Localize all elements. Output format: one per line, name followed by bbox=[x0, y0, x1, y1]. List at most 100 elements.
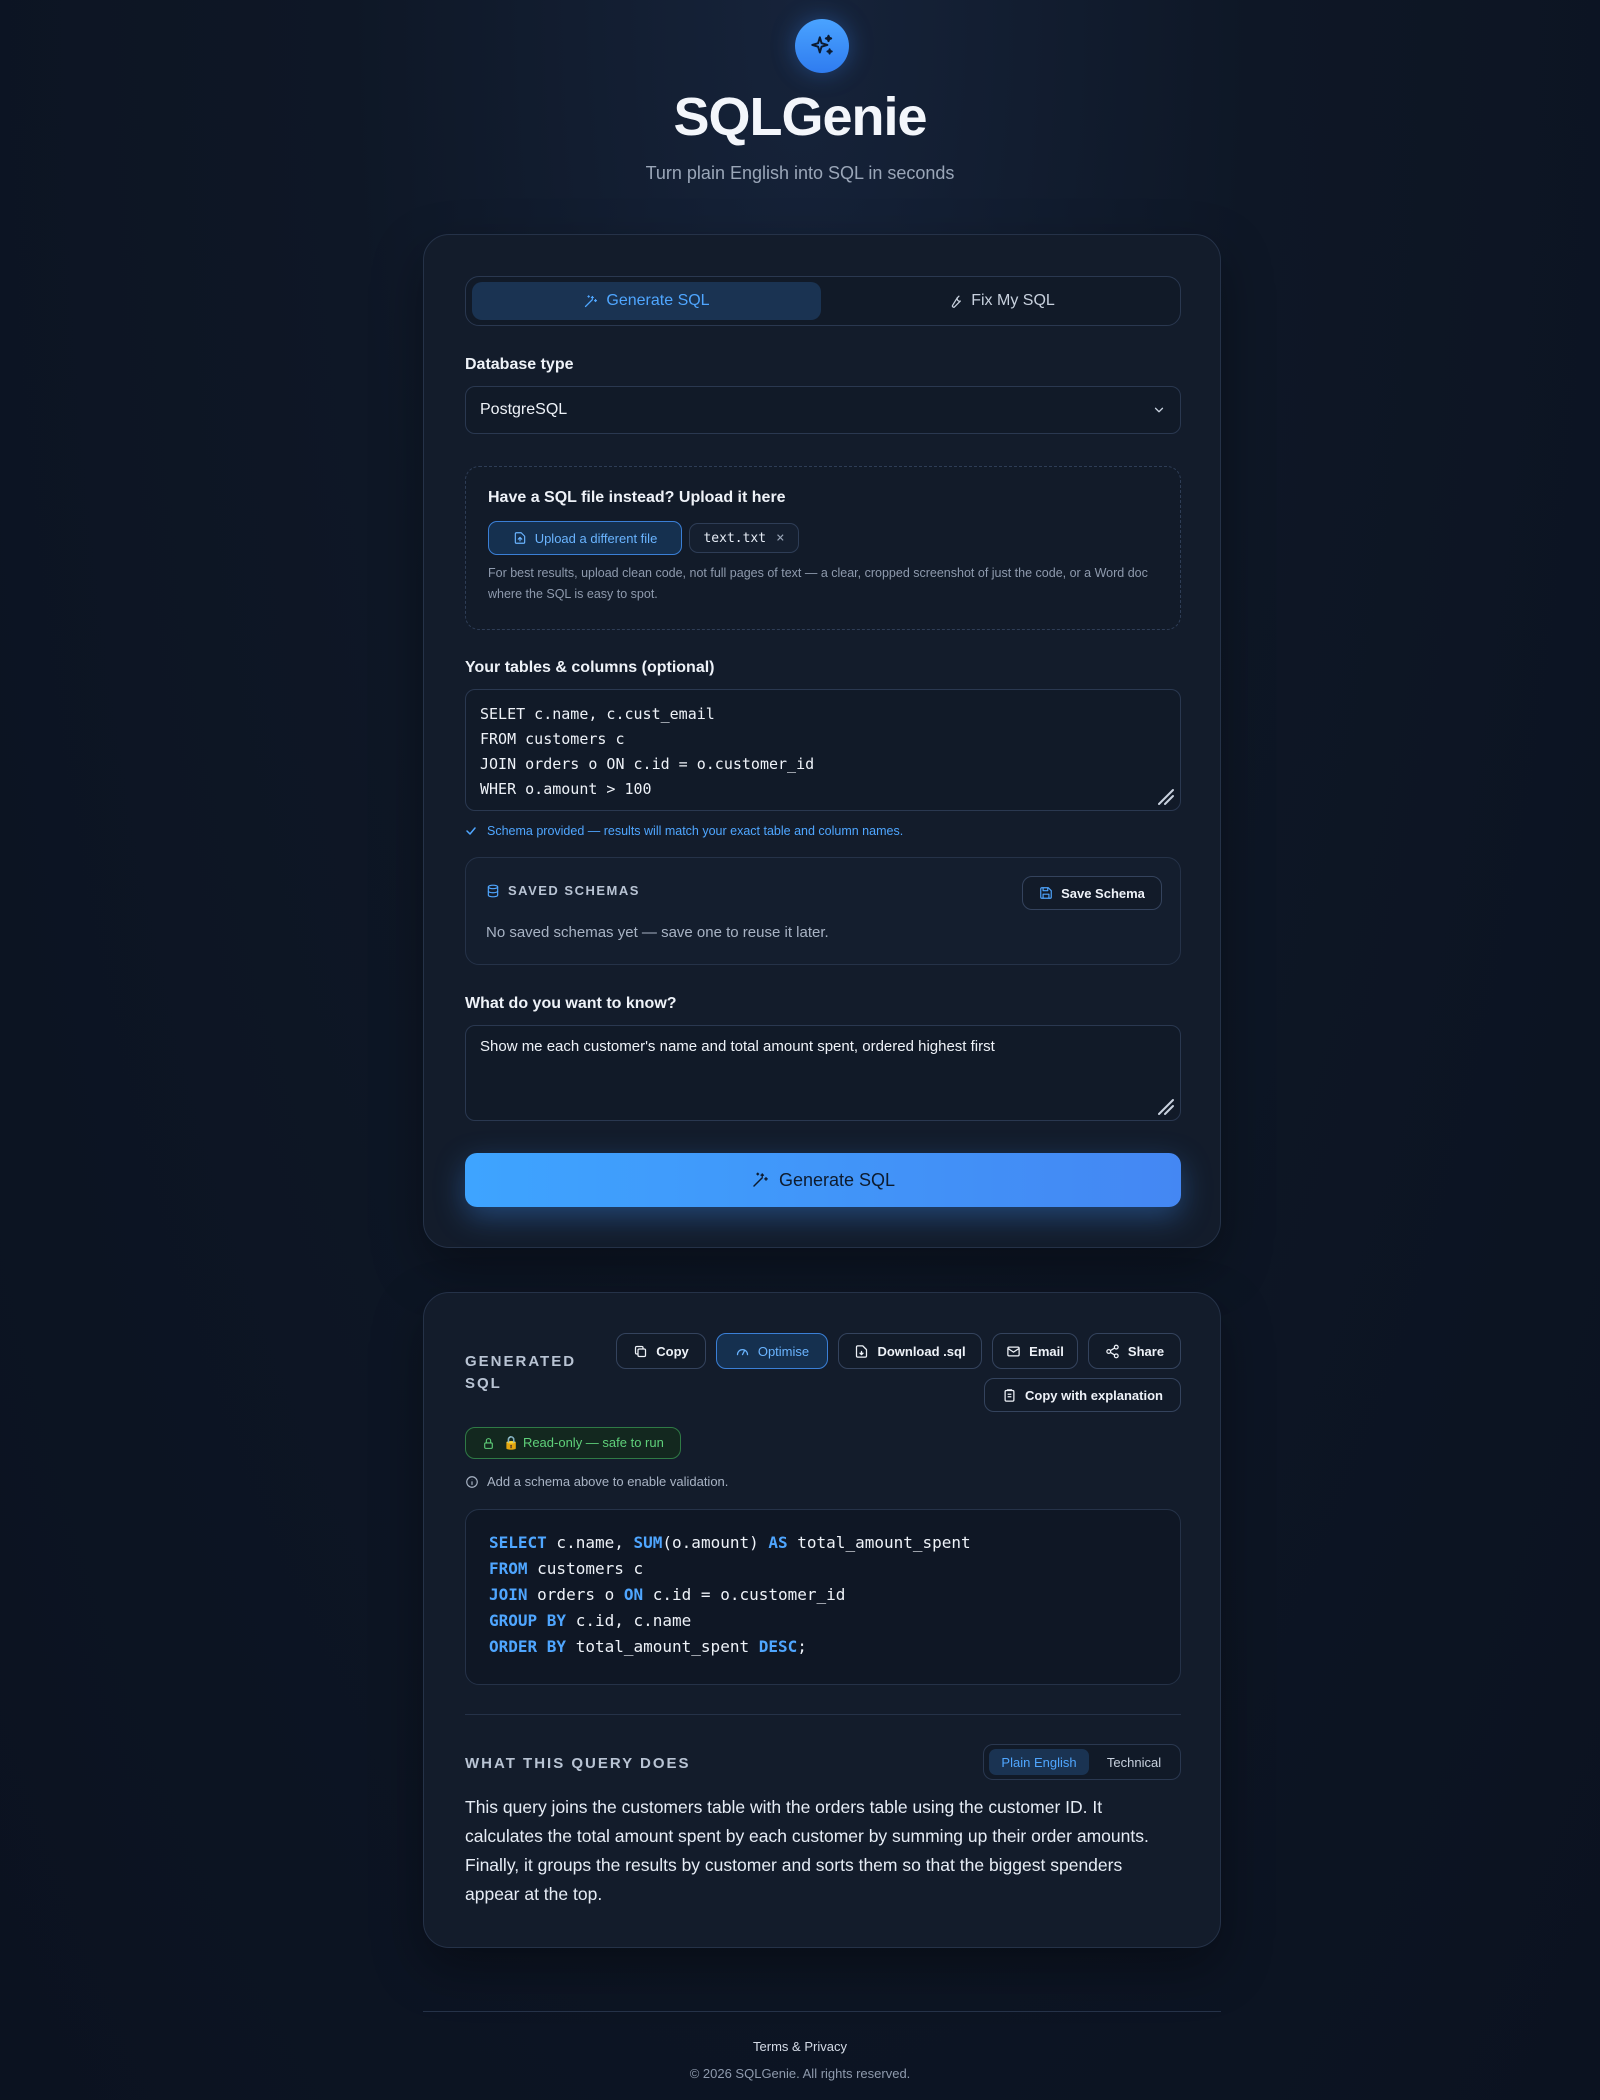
sql-keyword: ON bbox=[623, 1585, 644, 1604]
sql-keyword: SELECT bbox=[489, 1533, 547, 1552]
sql-keyword: AS bbox=[768, 1533, 788, 1552]
code-line: SELECT c.name, SUM(o.amount) AS total_am… bbox=[489, 1530, 1157, 1556]
gauge-icon bbox=[736, 1348, 748, 1355]
lock-icon bbox=[484, 1437, 493, 1449]
email-button[interactable]: Email bbox=[992, 1333, 1078, 1369]
save-schema-button[interactable]: Save Schema bbox=[1022, 876, 1162, 910]
clipboard-icon bbox=[1004, 1388, 1015, 1402]
email-button-label: Email bbox=[1029, 1343, 1064, 1359]
uploaded-file-chip: text.txt × bbox=[689, 523, 799, 553]
database-icon bbox=[487, 884, 499, 897]
explanation-mode-toggle: Plain English Technical bbox=[983, 1744, 1181, 1780]
saved-schemas-heading: SAVED SCHEMAS bbox=[486, 883, 640, 898]
copyright-text: © 2026 SQLGenie. All rights reserved. bbox=[689, 2066, 911, 2081]
query-explanation-text: This query joins the customers table wit… bbox=[465, 1797, 1149, 1904]
sql-text: ; bbox=[797, 1637, 807, 1656]
magic-wand-icon bbox=[753, 1172, 768, 1187]
chevron-down-icon bbox=[1154, 407, 1164, 413]
read-only-badge: 🔒 Read-only — safe to run bbox=[465, 1427, 681, 1459]
sql-keyword: ORDER BY bbox=[489, 1637, 567, 1656]
copy-button[interactable]: Copy bbox=[616, 1333, 706, 1369]
info-icon bbox=[466, 1475, 478, 1488]
database-type-select[interactable]: PostgreSQL bbox=[465, 386, 1181, 434]
schema-status-text: Schema provided — results will match you… bbox=[487, 824, 904, 838]
footer-divider bbox=[423, 2011, 1221, 2012]
sql-text: c.id = o.customer_id bbox=[643, 1585, 846, 1604]
schema-textarea[interactable]: SELET c.name, c.cust_email FROM customer… bbox=[465, 689, 1181, 811]
generate-sql-button-label: Generate SQL bbox=[778, 1169, 896, 1190]
share-button-label: Share bbox=[1127, 1343, 1165, 1359]
download-sql-button[interactable]: Download .sql bbox=[838, 1333, 982, 1369]
uploaded-file-name: text.txt bbox=[703, 530, 767, 546]
optimise-button-label: Optimise bbox=[757, 1343, 810, 1359]
database-type-value: PostgreSQL bbox=[480, 401, 568, 418]
download-sql-button-label: Download .sql bbox=[877, 1343, 966, 1359]
database-type-label: Database type bbox=[465, 356, 574, 373]
app-title: SQLGenie bbox=[673, 87, 927, 147]
saved-schemas-title: SAVED SCHEMAS bbox=[508, 883, 640, 898]
upload-file-button-label: Upload a different file bbox=[534, 530, 658, 546]
copy-with-explanation-label: Copy with explanation bbox=[1025, 1387, 1163, 1403]
share-button[interactable]: Share bbox=[1088, 1333, 1181, 1369]
tab-generate-sql-label: Generate SQL bbox=[606, 292, 710, 309]
wrench-icon bbox=[952, 295, 962, 308]
query-builder-card: Generate SQL Fix My SQL Database type Po… bbox=[423, 234, 1221, 1248]
divider bbox=[465, 1714, 1181, 1715]
mode-tabs: Generate SQL Fix My SQL bbox=[465, 276, 1181, 326]
save-icon bbox=[1040, 887, 1052, 899]
sql-text: total_amount_spent bbox=[566, 1637, 759, 1656]
code-line: GROUP BY c.id, c.name bbox=[489, 1608, 1157, 1634]
share-icon bbox=[1106, 1344, 1119, 1358]
optimise-button[interactable]: Optimise bbox=[716, 1333, 828, 1369]
tab-generate-sql[interactable]: Generate SQL bbox=[472, 282, 821, 320]
sql-keyword: FROM bbox=[489, 1559, 528, 1578]
generated-sql-code[interactable]: SELECT c.name, SUM(o.amount) AS total_am… bbox=[465, 1509, 1181, 1685]
toggle-technical[interactable]: Technical bbox=[1091, 1749, 1177, 1775]
sql-text: orders o bbox=[527, 1585, 624, 1604]
toggle-plain-english[interactable]: Plain English bbox=[989, 1749, 1089, 1775]
resize-grip-icon[interactable] bbox=[1155, 786, 1175, 806]
sparkles-icon bbox=[811, 34, 833, 55]
sql-text: c.id, c.name bbox=[566, 1611, 692, 1630]
sql-text: total_amount_spent bbox=[787, 1533, 971, 1552]
sql-text: (o.amount) bbox=[662, 1533, 769, 1552]
terms-privacy-link[interactable]: Terms & Privacy bbox=[0, 2039, 1600, 2054]
file-download-icon bbox=[856, 1344, 868, 1358]
read-only-text: 🔒 Read-only — safe to run bbox=[503, 1435, 664, 1450]
sql-keyword: DESC bbox=[758, 1637, 798, 1656]
code-line: FROM customers c bbox=[489, 1556, 1157, 1582]
check-icon bbox=[466, 827, 476, 835]
sql-text: c.name, bbox=[546, 1533, 634, 1552]
upload-title: Have a SQL file instead? Upload it here bbox=[488, 489, 786, 506]
code-line: JOIN orders o ON c.id = o.customer_id bbox=[489, 1582, 1157, 1608]
copy-icon bbox=[635, 1345, 647, 1357]
schema-status-note: Schema provided — results will match you… bbox=[465, 824, 903, 838]
validation-note: Add a schema above to enable validation. bbox=[465, 1474, 728, 1489]
remove-file-icon[interactable]: × bbox=[776, 530, 784, 546]
validation-note-text: Add a schema above to enable validation. bbox=[487, 1474, 729, 1489]
generate-sql-button[interactable]: Generate SQL bbox=[465, 1153, 1181, 1207]
schema-label: Your tables & columns (optional) bbox=[465, 659, 715, 676]
question-label: What do you want to know? bbox=[465, 995, 677, 1012]
sql-keyword: JOIN bbox=[489, 1585, 528, 1604]
generated-sql-card: GENERATED SQL Copy Optimise Download .sq… bbox=[423, 1292, 1221, 1948]
copy-with-explanation-button[interactable]: Copy with explanation bbox=[984, 1378, 1181, 1412]
save-schema-label: Save Schema bbox=[1061, 885, 1145, 901]
upload-help-text: For best results, upload clean code, not… bbox=[488, 566, 1148, 601]
tab-fix-my-sql[interactable]: Fix My SQL bbox=[827, 282, 1176, 320]
resize-grip-icon[interactable] bbox=[1155, 1096, 1175, 1116]
app-subtitle: Turn plain English into SQL in seconds bbox=[645, 163, 955, 183]
sql-keyword: SUM bbox=[633, 1533, 663, 1552]
magic-wand-icon bbox=[585, 294, 598, 307]
mail-icon bbox=[1007, 1346, 1020, 1356]
sql-text: customers c bbox=[527, 1559, 644, 1578]
generated-sql-title: GENERATED SQL bbox=[465, 1353, 577, 1392]
app-logo bbox=[795, 19, 849, 73]
upload-icon bbox=[514, 532, 525, 544]
saved-schemas-empty: No saved schemas yet — save one to reuse… bbox=[486, 924, 829, 941]
question-textarea[interactable]: Show me each customer's name and total a… bbox=[465, 1025, 1181, 1121]
upload-file-button[interactable]: Upload a different file bbox=[488, 521, 682, 555]
sql-keyword: GROUP BY bbox=[489, 1611, 567, 1630]
code-line: ORDER BY total_amount_spent DESC; bbox=[489, 1634, 1157, 1660]
tab-fix-my-sql-label: Fix My SQL bbox=[971, 292, 1055, 309]
